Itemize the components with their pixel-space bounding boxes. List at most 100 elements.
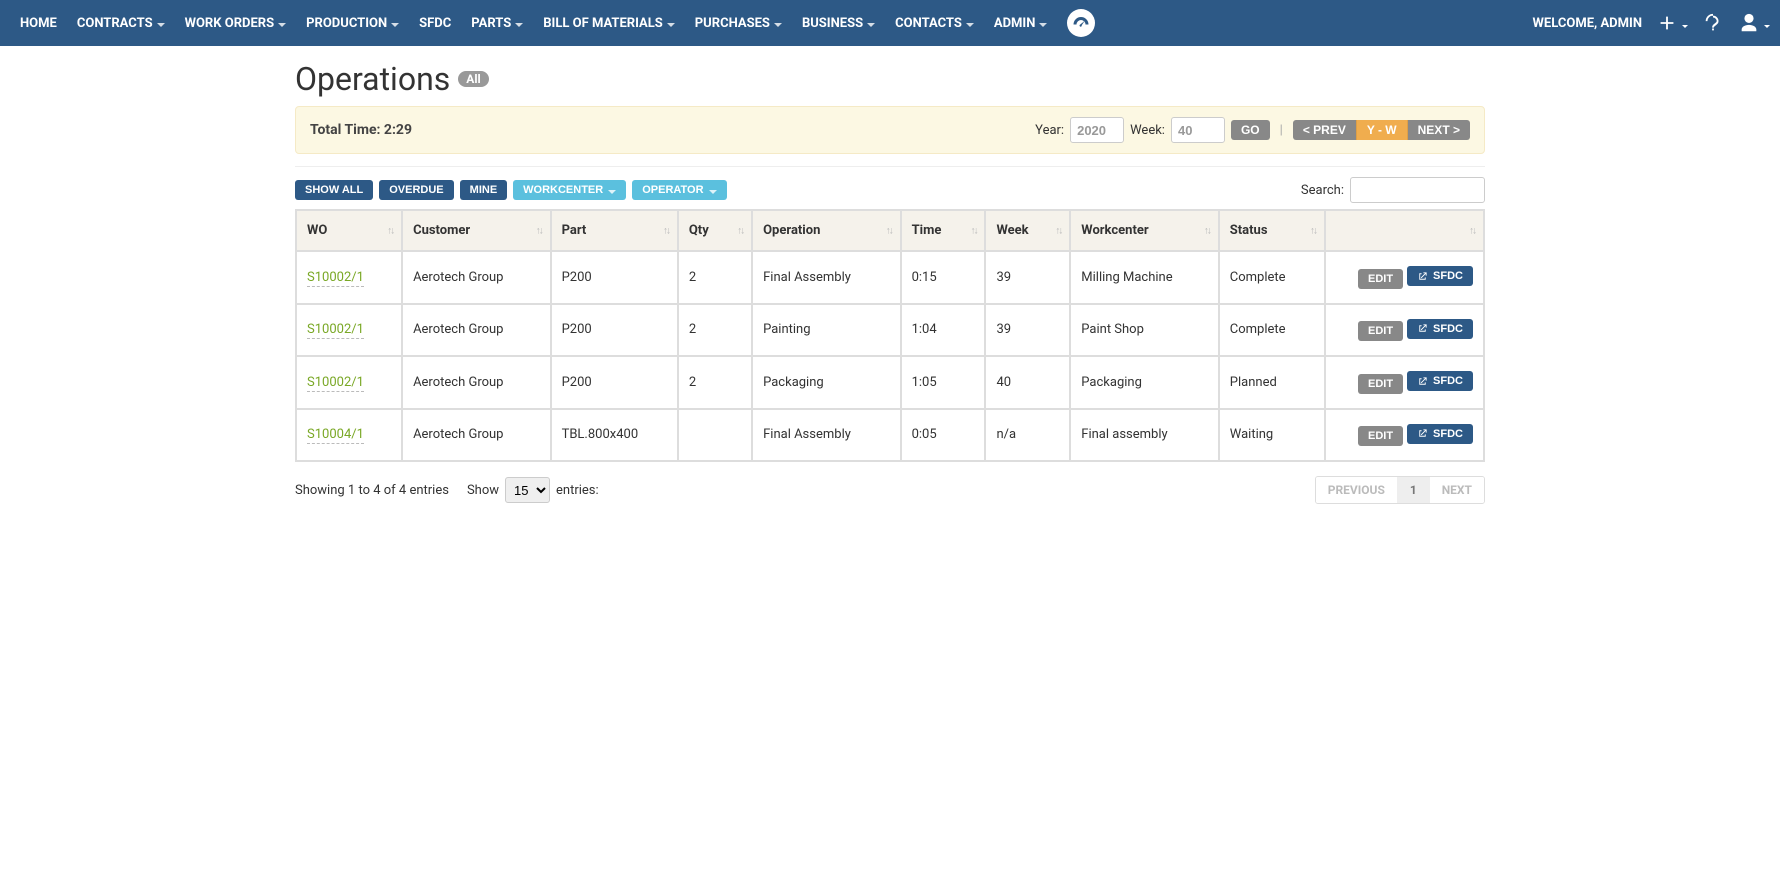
filter-mine[interactable]: MINE bbox=[460, 180, 508, 200]
cell-part: P200 bbox=[551, 304, 678, 357]
caret-icon bbox=[391, 23, 399, 27]
nav-item-label: WORK ORDERS bbox=[185, 16, 275, 31]
week-nav-group: < PREV Y - W NEXT > bbox=[1293, 120, 1470, 140]
col-time[interactable]: Time↑↓ bbox=[901, 210, 986, 251]
wo-link[interactable]: S10002/1 bbox=[307, 375, 364, 392]
nav-item-sfdc[interactable]: SFDC bbox=[409, 0, 461, 46]
edit-button[interactable]: EDIT bbox=[1358, 374, 1403, 394]
page-1[interactable]: 1 bbox=[1398, 477, 1430, 503]
cell-time: 0:15 bbox=[901, 251, 986, 304]
user-menu[interactable] bbox=[1738, 12, 1770, 34]
cell-qty: 2 bbox=[678, 304, 752, 357]
cell-customer: Aerotech Group bbox=[402, 304, 551, 357]
cell-operation: Final Assembly bbox=[752, 409, 901, 462]
cell-part: TBL.800x400 bbox=[551, 409, 678, 462]
sfdc-button[interactable]: SFDC bbox=[1407, 319, 1473, 339]
nav-item-label: BILL OF MATERIALS bbox=[543, 16, 663, 31]
nav-item-purchases[interactable]: PURCHASES bbox=[685, 0, 792, 46]
cell-actions: EDITSFDC bbox=[1325, 356, 1484, 409]
col-wo[interactable]: WO↑↓ bbox=[296, 210, 402, 251]
sort-icon: ↑↓ bbox=[536, 225, 542, 236]
add-menu[interactable] bbox=[1656, 12, 1688, 34]
nav-item-label: ADMIN bbox=[994, 16, 1036, 31]
sfdc-button[interactable]: SFDC bbox=[1407, 424, 1473, 444]
nav-item-business[interactable]: BUSINESS bbox=[792, 0, 885, 46]
page-length-select[interactable]: 15 bbox=[505, 477, 550, 503]
col-operation[interactable]: Operation↑↓ bbox=[752, 210, 901, 251]
gauge-icon bbox=[1067, 9, 1095, 37]
nav-item-parts[interactable]: PARTS bbox=[461, 0, 533, 46]
cell-status: Planned bbox=[1219, 356, 1325, 409]
cell-qty bbox=[678, 409, 752, 462]
edit-button[interactable]: EDIT bbox=[1358, 426, 1403, 446]
nav-item-production[interactable]: PRODUCTION bbox=[296, 0, 409, 46]
caret-icon bbox=[278, 23, 286, 27]
cell-qty: 2 bbox=[678, 251, 752, 304]
filter-operator[interactable]: OPERATOR bbox=[632, 180, 726, 200]
caret-icon bbox=[157, 23, 165, 27]
sort-icon: ↑↓ bbox=[737, 225, 743, 236]
caret-icon bbox=[1764, 25, 1770, 28]
week-input[interactable] bbox=[1171, 117, 1225, 143]
go-button[interactable]: GO bbox=[1231, 120, 1270, 140]
year-week-button[interactable]: Y - W bbox=[1356, 120, 1408, 140]
cell-workcenter: Final assembly bbox=[1070, 409, 1219, 462]
separator: | bbox=[1276, 123, 1287, 138]
wo-link[interactable]: S10002/1 bbox=[307, 270, 364, 287]
nav-item-label: PARTS bbox=[471, 16, 511, 31]
show-label: Show bbox=[467, 483, 499, 498]
next-week-button[interactable]: NEXT > bbox=[1408, 120, 1470, 140]
nav-item-contacts[interactable]: CONTACTS bbox=[885, 0, 984, 46]
sfdc-button[interactable]: SFDC bbox=[1407, 266, 1473, 286]
prev-week-button[interactable]: < PREV bbox=[1293, 120, 1356, 140]
page-prev[interactable]: PREVIOUS bbox=[1316, 477, 1398, 503]
col-part[interactable]: Part↑↓ bbox=[551, 210, 678, 251]
search-wrap: Search: bbox=[1301, 177, 1485, 203]
nav-right: WELCOME, ADMIN bbox=[1533, 12, 1770, 34]
nav-item-label: SFDC bbox=[419, 16, 451, 31]
cell-week: 40 bbox=[985, 356, 1070, 409]
col-status[interactable]: Status↑↓ bbox=[1219, 210, 1325, 251]
page-title: Operations All bbox=[295, 60, 1485, 98]
table-row: S10002/1Aerotech GroupP2002Packaging1:05… bbox=[296, 356, 1484, 409]
total-time-label: Total Time: 2:29 bbox=[310, 122, 412, 138]
nav-item-contracts[interactable]: CONTRACTS bbox=[67, 0, 175, 46]
filter-workcenter[interactable]: WORKCENTER bbox=[513, 180, 626, 200]
cell-part: P200 bbox=[551, 251, 678, 304]
divider bbox=[295, 166, 1485, 167]
wo-link[interactable]: S10004/1 bbox=[307, 427, 364, 444]
nav-item-work-orders[interactable]: WORK ORDERS bbox=[175, 0, 297, 46]
dashboard-gauge-link[interactable] bbox=[1057, 0, 1105, 46]
page-next[interactable]: NEXT bbox=[1430, 477, 1484, 503]
help-link[interactable] bbox=[1702, 12, 1724, 34]
edit-button[interactable]: EDIT bbox=[1358, 269, 1403, 289]
page-title-text: Operations bbox=[295, 60, 450, 98]
col-workcenter[interactable]: Workcenter↑↓ bbox=[1070, 210, 1219, 251]
cell-time: 0:05 bbox=[901, 409, 986, 462]
col-qty[interactable]: Qty↑↓ bbox=[678, 210, 752, 251]
col-customer[interactable]: Customer↑↓ bbox=[402, 210, 551, 251]
external-link-icon bbox=[1417, 271, 1428, 282]
edit-button[interactable]: EDIT bbox=[1358, 321, 1403, 341]
nav-item-bill-of-materials[interactable]: BILL OF MATERIALS bbox=[533, 0, 685, 46]
wo-link[interactable]: S10002/1 bbox=[307, 322, 364, 339]
sort-icon: ↑↓ bbox=[663, 225, 669, 236]
filter-overdue[interactable]: OVERDUE bbox=[379, 180, 453, 200]
cell-status: Complete bbox=[1219, 251, 1325, 304]
caret-icon bbox=[867, 23, 875, 27]
showing-text: Showing 1 to 4 of 4 entries bbox=[295, 483, 449, 498]
search-input[interactable] bbox=[1350, 177, 1485, 203]
filter-show-all[interactable]: SHOW ALL bbox=[295, 180, 373, 200]
filter-row: SHOW ALL OVERDUE MINE WORKCENTER OPERATO… bbox=[295, 177, 1485, 203]
entries-label: entries: bbox=[556, 483, 599, 498]
year-input[interactable] bbox=[1070, 117, 1124, 143]
nav-item-admin[interactable]: ADMIN bbox=[984, 0, 1058, 46]
external-link-icon bbox=[1417, 376, 1428, 387]
col-week[interactable]: Week↑↓ bbox=[985, 210, 1070, 251]
caret-icon bbox=[774, 23, 782, 27]
nav-item-home[interactable]: HOME bbox=[10, 0, 67, 46]
cell-customer: Aerotech Group bbox=[402, 356, 551, 409]
cell-status: Complete bbox=[1219, 304, 1325, 357]
sfdc-button[interactable]: SFDC bbox=[1407, 371, 1473, 391]
cell-customer: Aerotech Group bbox=[402, 409, 551, 462]
